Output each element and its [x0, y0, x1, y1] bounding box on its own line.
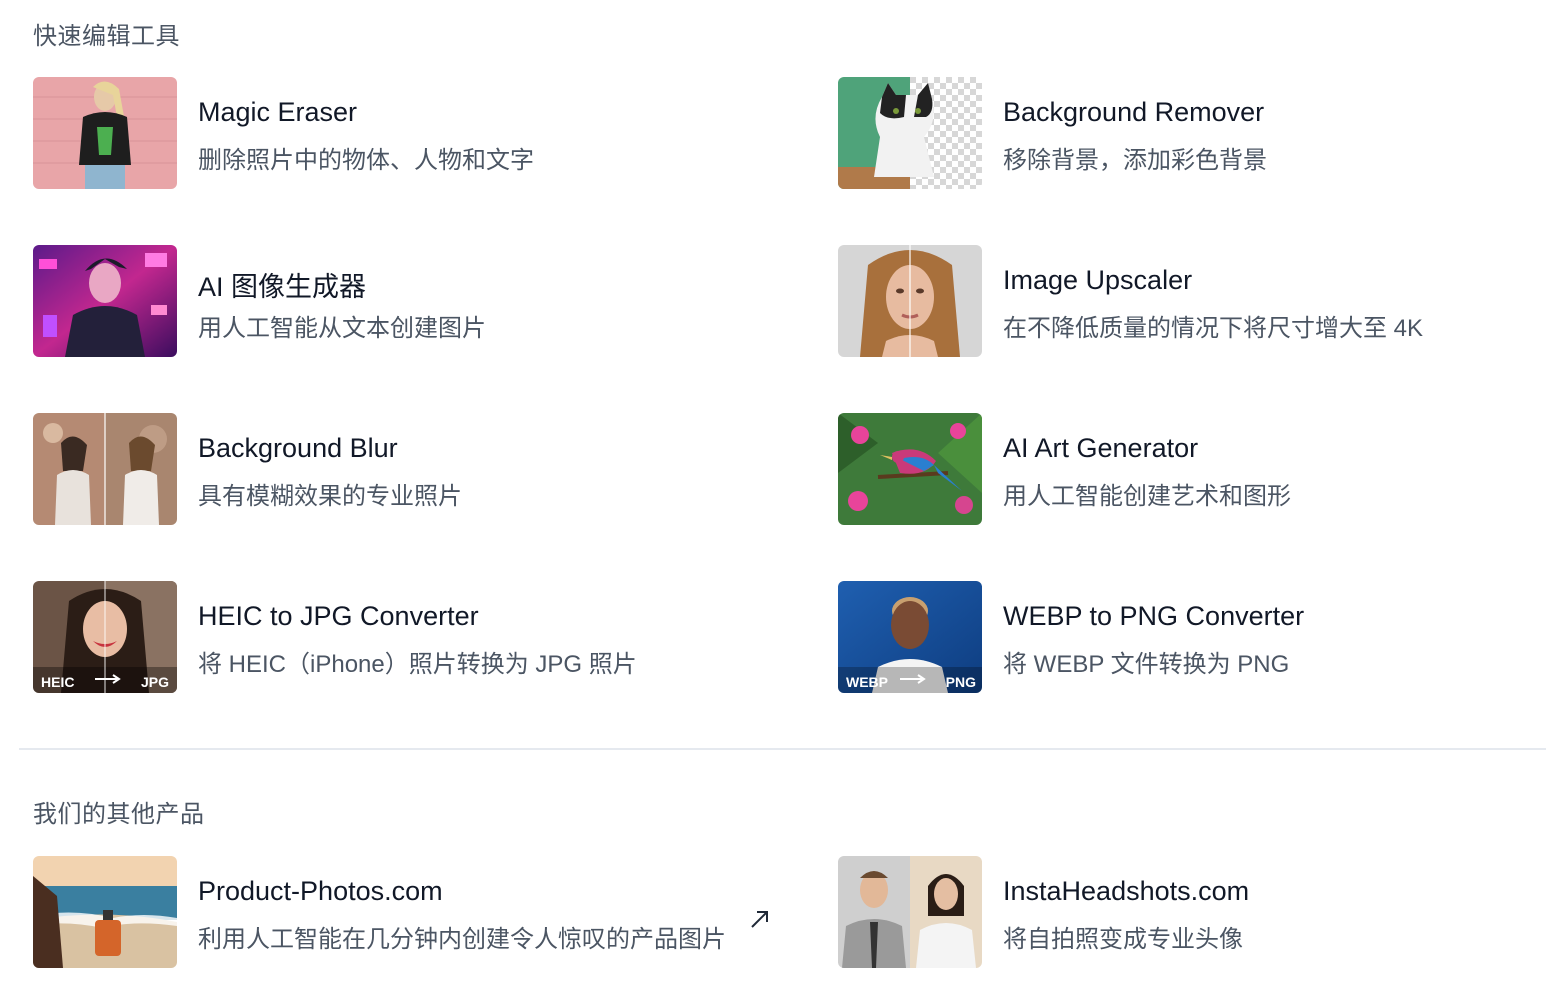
tool-title: WEBP to PNG Converter	[1003, 601, 1305, 631]
other-products-heading: 我们的其他产品	[33, 801, 205, 828]
tool-description: 利用人工智能在几分钟内创建令人惊叹的产品图片	[198, 926, 726, 953]
quick-tools-heading: 快速编辑工具	[33, 23, 180, 50]
tool-image-upscaler[interactable]: Image Upscaler 在不降低质量的情况下将尺寸增大至 4K	[838, 245, 1538, 357]
heic-to-jpg-thumbnail: HEIC JPG	[33, 581, 177, 693]
heic-label: HEIC	[41, 674, 75, 690]
tool-description: 将自拍照变成专业头像	[1003, 926, 1243, 953]
external-link-icon	[751, 911, 768, 928]
tool-description: 用人工智能从文本创建图片	[198, 315, 486, 342]
webp-to-png-thumbnail: WEBP PNG	[838, 581, 982, 693]
jpg-label: JPG	[140, 674, 169, 690]
section-divider	[19, 748, 1546, 750]
tool-magic-eraser[interactable]: Magic Eraser 删除照片中的物体、人物和文字	[33, 77, 793, 189]
tool-title: Background Blur	[198, 433, 398, 463]
tool-ai-image-generator[interactable]: AI 图像生成器 用人工智能从文本创建图片	[33, 245, 793, 357]
ai-art-generator-thumbnail	[838, 413, 982, 525]
tool-description: 具有模糊效果的专业照片	[198, 483, 462, 510]
tool-description: 将 WEBP 文件转换为 PNG	[1003, 651, 1290, 678]
tool-ai-art-generator[interactable]: AI Art Generator 用人工智能创建艺术和图形	[838, 413, 1538, 525]
product-photos-thumbnail	[33, 856, 177, 968]
tool-background-remover[interactable]: Background Remover 移除背景，添加彩色背景	[838, 77, 1538, 189]
tool-title: AI 图像生成器	[198, 272, 367, 302]
tool-title: Magic Eraser	[198, 97, 358, 127]
tool-title: Background Remover	[1003, 97, 1265, 127]
tool-description: 删除照片中的物体、人物和文字	[198, 147, 534, 174]
png-label: PNG	[945, 674, 976, 690]
tool-webp-to-png[interactable]: WEBP PNG WEBP to PNG Converter 将 WEBP 文件…	[838, 581, 1538, 693]
tool-title: AI Art Generator	[1003, 433, 1199, 463]
product-product-photos[interactable]: Product-Photos.com 利用人工智能在几分钟内创建令人惊叹的产品图…	[33, 856, 793, 968]
magic-eraser-thumbnail	[33, 77, 177, 189]
image-upscaler-thumbnail	[838, 245, 982, 357]
tool-description: 移除背景，添加彩色背景	[1003, 147, 1267, 174]
ai-image-generator-thumbnail	[33, 245, 177, 357]
product-instaheadshots[interactable]: InstaHeadshots.com 将自拍照变成专业头像	[838, 856, 1538, 968]
tool-description: 在不降低质量的情况下将尺寸增大至 4K	[1003, 315, 1424, 342]
tool-title: Image Upscaler	[1003, 265, 1193, 295]
webp-label: WEBP	[846, 674, 888, 690]
tool-title: Product-Photos.com	[198, 876, 443, 906]
instaheadshots-thumbnail	[838, 856, 982, 968]
tool-description: 用人工智能创建艺术和图形	[1003, 483, 1291, 510]
tool-title: InstaHeadshots.com	[1003, 876, 1250, 906]
tool-heic-to-jpg[interactable]: HEIC JPG HEIC to JPG Converter 将 HEIC（iP…	[33, 581, 793, 693]
background-remover-thumbnail	[838, 77, 982, 189]
background-blur-thumbnail	[33, 413, 177, 525]
tool-background-blur[interactable]: Background Blur 具有模糊效果的专业照片	[33, 413, 793, 525]
tool-description: 将 HEIC（iPhone）照片转换为 JPG 照片	[198, 651, 637, 678]
tool-title: HEIC to JPG Converter	[198, 601, 479, 631]
